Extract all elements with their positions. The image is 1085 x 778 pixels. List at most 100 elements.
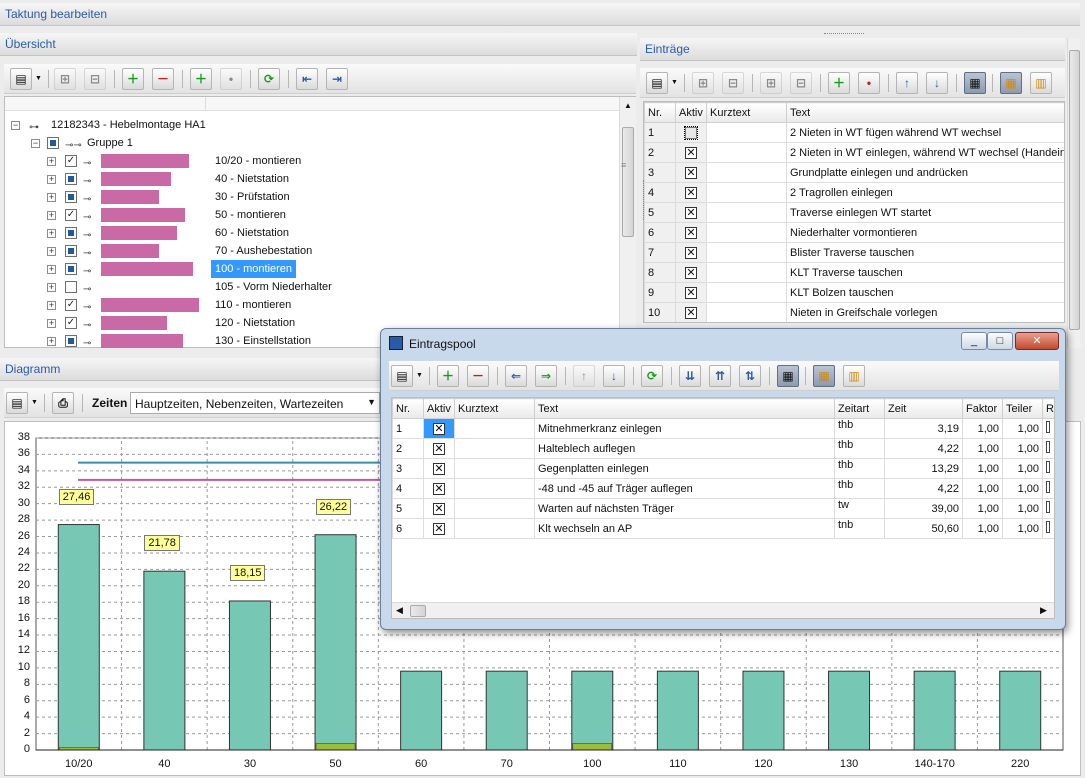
zeitart-cell[interactable]: tw [834, 498, 885, 519]
dialog-titlebar[interactable]: Eintragspool _ □ ✕ [381, 329, 1065, 357]
table-columns-icon[interactable]: ▥ [843, 365, 865, 387]
r-cell[interactable] [1042, 498, 1054, 519]
tree-scrollbar[interactable]: ▲ ▼ [619, 97, 636, 347]
teiler-cell[interactable]: 1,00 [1002, 458, 1043, 479]
expand-icon[interactable]: + [47, 319, 56, 328]
tree-item[interactable]: + ⊸ 60 - Nietstation [5, 224, 605, 242]
view-icon[interactable]: ▤ [6, 392, 28, 414]
kurztext-cell[interactable] [454, 438, 535, 459]
teiler-cell[interactable]: 1,00 [1002, 518, 1043, 539]
aktiv-cell[interactable]: ✕ [675, 202, 707, 223]
kurztext-cell[interactable] [454, 458, 535, 479]
aktiv-checkbox[interactable]: ✕ [433, 482, 445, 495]
expand-icon[interactable]: + [47, 265, 56, 274]
aktiv-cell[interactable]: ✕ [423, 438, 455, 459]
print-icon[interactable]: ⎙ [52, 392, 74, 414]
eintragspool-dialog[interactable]: Eintragspool _ □ ✕ ▤ ▼ ＋ － ⇐ ⇒ ↑ ↓ ⟳ ⇊ ⇈… [380, 328, 1066, 630]
teiler-cell[interactable]: 1,00 [1002, 418, 1043, 439]
remove-folder-icon[interactable]: ⊟ [722, 72, 744, 94]
zeit-cell[interactable]: 4,22 [884, 438, 963, 459]
column-header[interactable]: Zeit [884, 398, 963, 419]
entries-scroll-thumb[interactable] [1069, 50, 1080, 330]
table-row[interactable]: 5 ✕ Warten auf nächsten Träger tw 39,00 1,00 1… [392, 498, 1054, 519]
table-row[interactable]: 3 ✕ Gegenplatten einlegen thb 13,29 1,00 1,00 [392, 458, 1054, 479]
kurztext-cell[interactable] [706, 282, 787, 303]
aktiv-cell[interactable]: ✕ [675, 262, 707, 283]
maximize-button[interactable]: □ [987, 332, 1013, 350]
table-row[interactable]: 6 ✕ Niederhalter vormontieren [644, 222, 1064, 243]
expand-icon[interactable]: + [47, 337, 56, 346]
aktiv-cell[interactable] [675, 122, 707, 143]
expand-icon[interactable]: + [47, 283, 56, 292]
aktiv-checkbox[interactable]: ✕ [685, 206, 697, 219]
zeit-cell[interactable]: 4,22 [884, 478, 963, 499]
aktiv-checkbox[interactable]: ✕ [433, 462, 445, 475]
close-button[interactable]: ✕ [1015, 332, 1059, 350]
text-cell[interactable]: 2 Tragrollen einlegen [786, 182, 1064, 203]
column-header[interactable]: Aktiv [423, 398, 455, 419]
aktiv-cell[interactable]: ✕ [423, 478, 455, 499]
aktiv-cell[interactable]: ✕ [675, 162, 707, 183]
table-row[interactable]: 4 ✕ 2 Tragrollen einlegen [644, 182, 1064, 203]
aktiv-cell[interactable]: ✕ [423, 498, 455, 519]
add-entry-icon[interactable]: ＋ [828, 72, 850, 94]
zeit-cell[interactable]: 39,00 [884, 498, 963, 519]
expand-icon[interactable]: + [47, 301, 56, 310]
column-header[interactable]: R [1042, 398, 1054, 419]
station-checkbox[interactable] [65, 281, 77, 293]
aktiv-checkbox[interactable]: ✕ [685, 146, 697, 159]
teiler-cell[interactable]: 1,00 [1002, 438, 1043, 459]
remove-entry-icon[interactable]: • [220, 68, 242, 90]
kurztext-cell[interactable] [706, 122, 787, 143]
move-up-icon[interactable]: ↑ [896, 72, 918, 94]
tree-item[interactable]: + ⊸ 105 - Vorm Niederhalter [5, 278, 605, 296]
faktor-cell[interactable]: 1,00 [962, 518, 1003, 539]
pool-hscrollbar[interactable]: ◀ ▶ [392, 602, 1054, 618]
entries-scrollbar[interactable] [1067, 38, 1081, 348]
table-row[interactable]: 2 ✕ 2 Nieten in WT einlegen, während WT we… [644, 142, 1064, 163]
kurztext-cell[interactable] [706, 182, 787, 203]
column-header[interactable]: Text [786, 102, 1064, 123]
station-checkbox[interactable] [65, 227, 77, 239]
sort-toggle-icon[interactable]: ⇅ [739, 365, 761, 387]
column-header[interactable]: Nr. [392, 398, 424, 419]
text-cell[interactable]: 2 Nieten in WT einlegen, während WT wech… [786, 142, 1064, 163]
station-checkbox[interactable]: ✓ [65, 209, 77, 221]
view-dropdown-arrow[interactable]: ▼ [30, 392, 39, 414]
add-right-icon[interactable]: ⇒ [535, 365, 557, 387]
column-header[interactable]: Aktiv [675, 102, 707, 123]
group-checkbox[interactable] [47, 137, 59, 149]
kurztext-cell[interactable] [706, 162, 787, 183]
kurztext-cell[interactable] [706, 302, 787, 322]
add-entry-icon[interactable]: ＋ [437, 365, 459, 387]
text-cell[interactable]: Niederhalter vormontieren [786, 222, 1064, 243]
view-dropdown-arrow[interactable]: ▼ [415, 365, 424, 387]
indent-left-icon[interactable]: ⇤ [296, 68, 318, 90]
collapse-icon[interactable]: − [11, 121, 20, 130]
tree-item[interactable]: + ✓ ⊸ 110 - montieren [5, 296, 605, 314]
collapse-icon[interactable]: − [31, 139, 40, 148]
station-checkbox[interactable] [65, 245, 77, 257]
aktiv-checkbox[interactable]: ✕ [433, 442, 445, 455]
grid-view-icon[interactable]: ▦ [777, 365, 799, 387]
text-cell[interactable]: 2 Nieten in WT fügen während WT wechsel [786, 122, 1064, 143]
zeitart-cell[interactable]: thb [834, 418, 885, 439]
add-folder-icon[interactable]: ⊞ [692, 72, 714, 94]
view-dropdown-arrow[interactable]: ▼ [34, 68, 43, 90]
refresh-icon[interactable]: ⟳ [641, 365, 663, 387]
faktor-cell[interactable]: 1,00 [962, 418, 1003, 439]
text-cell[interactable]: Mitnehmerkranz einlegen [534, 418, 835, 439]
table-orange-icon[interactable]: ▦ [813, 365, 835, 387]
tree-item[interactable]: + ⊸ 100 - montieren [5, 260, 605, 278]
text-cell[interactable]: Traverse einlegen WT startet [786, 202, 1064, 223]
column-header[interactable]: Kurztext [706, 102, 787, 123]
zeitart-cell[interactable]: thb [834, 458, 885, 479]
expand-icon[interactable]: + [47, 229, 56, 238]
zeitart-cell[interactable]: thb [834, 438, 885, 459]
kurztext-cell[interactable] [706, 142, 787, 163]
kurztext-cell[interactable] [706, 202, 787, 223]
view-icon[interactable]: ▤ [391, 365, 413, 387]
kurztext-cell[interactable] [706, 222, 787, 243]
station-checkbox[interactable]: ✓ [65, 155, 77, 167]
zeitart-cell[interactable]: tnb [834, 518, 885, 539]
